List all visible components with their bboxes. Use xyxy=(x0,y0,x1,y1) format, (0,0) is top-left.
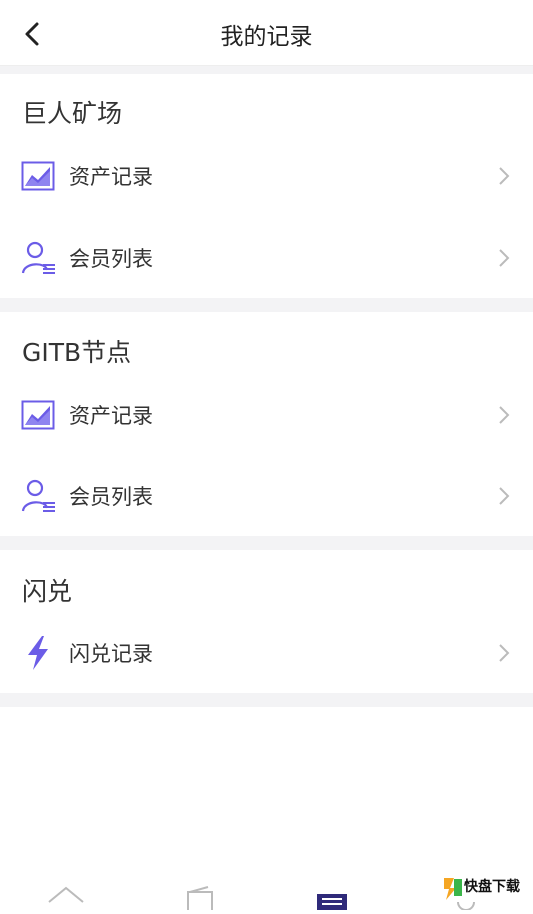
tab-records[interactable] xyxy=(314,880,354,914)
flash-exchange-records-item[interactable]: 闪兑记录 xyxy=(0,613,533,693)
chevron-right-icon xyxy=(499,249,510,267)
section-divider xyxy=(0,693,533,707)
item-label: 闪兑记录 xyxy=(69,642,153,666)
chevron-right-icon xyxy=(499,644,510,662)
page-title: 我的记录 xyxy=(220,24,313,50)
lightning-icon xyxy=(20,635,56,671)
item-label: 资产记录 xyxy=(69,165,153,189)
tab-wallet[interactable] xyxy=(184,880,224,913)
tab-home[interactable] xyxy=(46,880,86,910)
chevron-right-icon xyxy=(499,487,510,505)
section-divider xyxy=(0,536,533,550)
top-bar: 我的记录 xyxy=(0,0,533,66)
chevron-right-icon xyxy=(499,167,510,185)
item-label: 会员列表 xyxy=(69,485,153,509)
home-icon xyxy=(48,886,84,903)
wallet-icon xyxy=(187,886,213,913)
item-label: 会员列表 xyxy=(69,247,153,271)
chart-icon xyxy=(20,397,56,433)
asset-records-item[interactable]: 资产记录 xyxy=(0,136,533,216)
section-divider xyxy=(0,298,533,312)
watermark-logo: 快盘下载 xyxy=(442,872,532,902)
records-icon xyxy=(317,894,347,914)
chevron-right-icon xyxy=(499,406,510,424)
chart-icon xyxy=(20,158,56,194)
watermark-text: 快盘下载 xyxy=(464,878,520,895)
section-title-flash-exchange: 闪兑 xyxy=(22,577,73,606)
section-divider xyxy=(0,66,533,74)
asset-records-item[interactable]: 资产记录 xyxy=(0,375,533,455)
member-list-item[interactable]: 会员列表 xyxy=(0,218,533,298)
section-title-gitb-node: GITB节点 xyxy=(22,338,132,367)
item-label: 资产记录 xyxy=(69,404,153,428)
member-list-item[interactable]: 会员列表 xyxy=(0,456,533,536)
member-icon xyxy=(20,478,56,514)
section-title-giant-mine: 巨人矿场 xyxy=(22,99,123,128)
member-icon xyxy=(20,240,56,276)
